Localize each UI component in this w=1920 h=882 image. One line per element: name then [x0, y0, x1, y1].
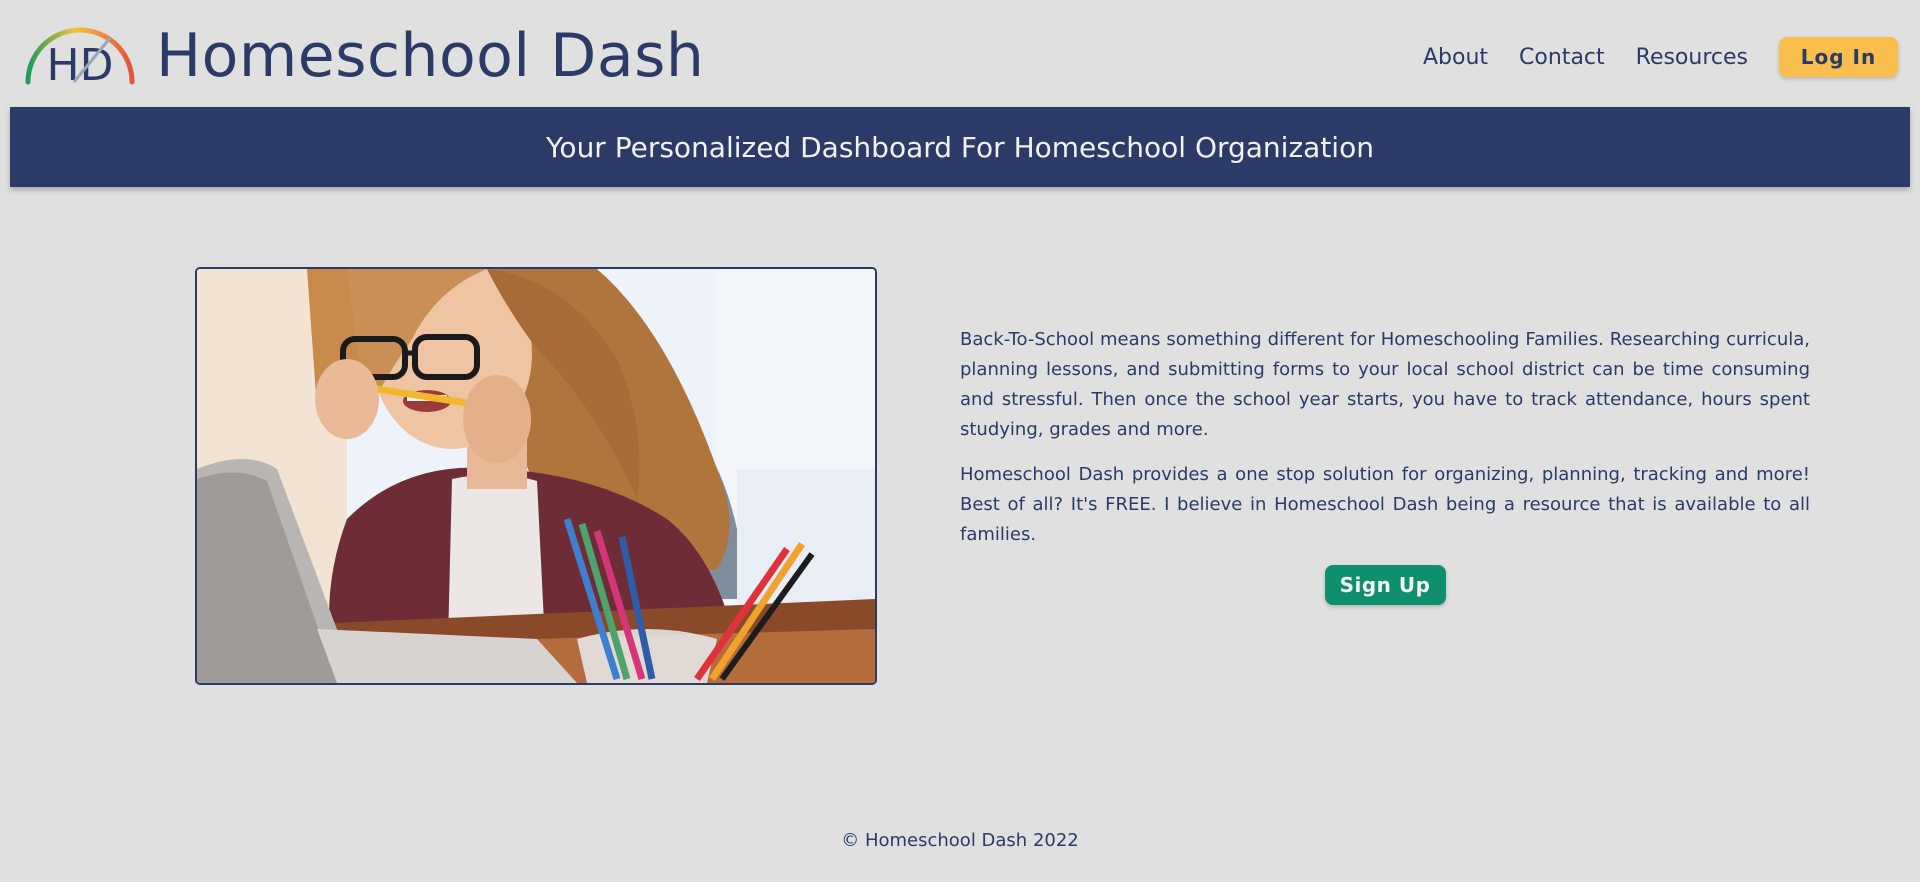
tagline-banner: Your Personalized Dashboard For Homescho… — [10, 107, 1910, 187]
footer-copyright: © Homeschool Dash 2022 — [841, 830, 1079, 851]
signup-wrap: Sign Up — [960, 565, 1810, 605]
login-button[interactable]: Log In — [1779, 37, 1898, 77]
brand-name: Homeschool Dash — [156, 21, 705, 91]
tagline: Your Personalized Dashboard For Homescho… — [546, 130, 1374, 164]
main-nav: About Contact Resources Log In — [1423, 37, 1898, 77]
intro-paragraph-1: Back-To-School means something different… — [960, 329, 1810, 440]
brand[interactable]: HD Homeschool Dash — [24, 20, 704, 92]
intro-paragraph-2: Homeschool Dash provides a one stop solu… — [960, 464, 1810, 545]
homeschool-dash-logo: HD — [25, 27, 135, 88]
signup-button[interactable]: Sign Up — [1324, 565, 1446, 605]
intro-section: Back-To-School means something different… — [960, 325, 1810, 605]
hero-image — [195, 267, 877, 685]
woman-studying-photo-icon — [197, 269, 875, 683]
site-header: HD Homeschool Dash About Contact Resourc… — [0, 0, 1920, 107]
nav-link-about[interactable]: About — [1423, 45, 1488, 70]
nav-link-resources[interactable]: Resources — [1636, 45, 1748, 70]
nav-link-contact[interactable]: Contact — [1519, 45, 1605, 70]
